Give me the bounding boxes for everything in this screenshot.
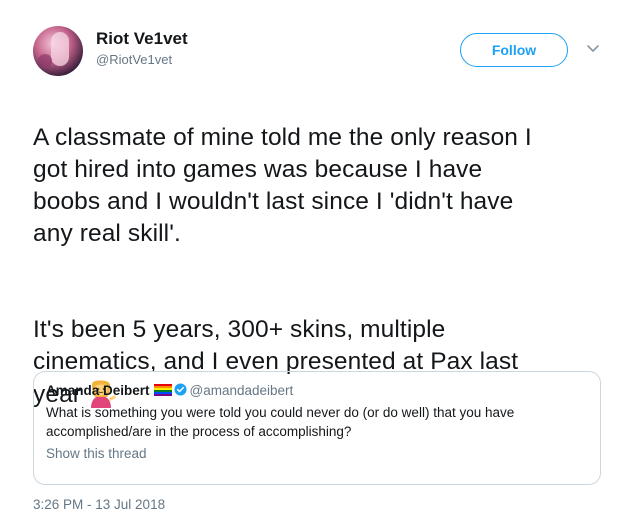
avatar[interactable] [33, 26, 83, 76]
quoted-tweet-header: Amanda Deibert @amandadeibert [46, 382, 588, 400]
author-handle[interactable]: @RiotVe1vet [96, 51, 188, 68]
follow-button[interactable]: Follow [460, 33, 568, 67]
tweet-timestamp[interactable]: 3:26 PM - 13 Jul 2018 [33, 497, 165, 512]
quoted-tweet[interactable]: Amanda Deibert @amandadeibert What is so… [33, 371, 601, 485]
quoted-author-handle[interactable]: @amandadeibert [190, 383, 294, 398]
author-display-name[interactable]: Riot Ve1vet [96, 29, 188, 49]
avatar-highlight [51, 32, 69, 66]
avatar-shadow [38, 54, 52, 68]
quoted-author-name[interactable]: Amanda Deibert [46, 383, 150, 398]
verified-icon [173, 383, 187, 396]
rainbow-flag-icon [153, 384, 172, 396]
tweet-paragraph-1: A classmate of mine told me the only rea… [33, 124, 532, 247]
chevron-down-icon[interactable] [585, 40, 601, 56]
tweet-author[interactable]: Riot Ve1vet @RiotVe1vet [96, 29, 188, 68]
show-thread-link[interactable]: Show this thread [46, 446, 588, 461]
quoted-tweet-text: What is something you were told you coul… [46, 405, 515, 439]
